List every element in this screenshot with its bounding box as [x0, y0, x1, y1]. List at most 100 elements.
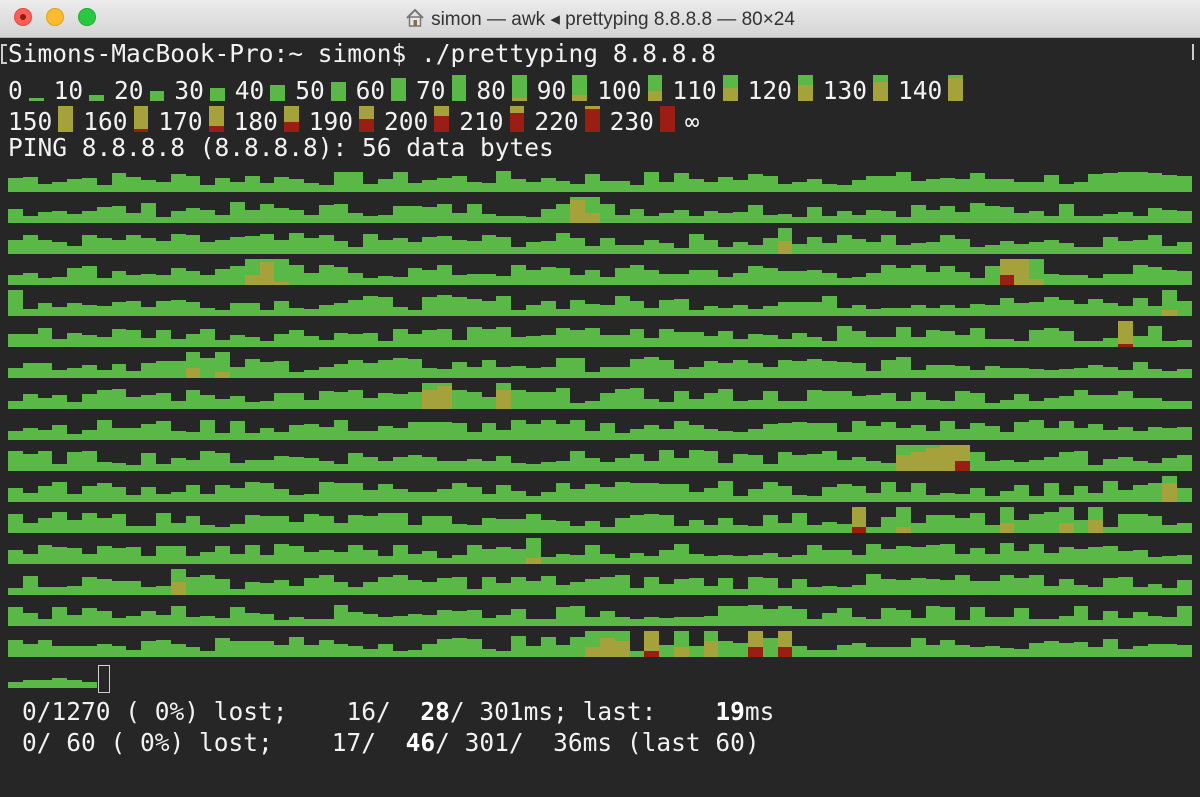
latency-bar-segment	[511, 420, 526, 440]
latency-bar-segment	[284, 122, 299, 132]
latency-bar-segment	[1073, 606, 1089, 626]
latency-bar-segment	[200, 419, 216, 440]
latency-bar-segment	[999, 574, 1015, 595]
latency-bar-segment	[748, 554, 763, 564]
latency-bar-segment	[1118, 427, 1133, 440]
latency-bar-segment	[1103, 236, 1118, 254]
latency-bar-segment	[156, 546, 171, 564]
latency-bar-segment	[748, 334, 763, 347]
latency-bar-segment	[629, 552, 645, 564]
latency-bar-segment	[170, 233, 186, 254]
latency-bar-segment	[881, 549, 896, 564]
latency-bar-segment	[185, 555, 201, 564]
latency-bar-segment	[910, 451, 926, 471]
latency-bar-segment	[540, 575, 556, 595]
latency-bar-segment	[289, 178, 304, 192]
latency-bar-segment	[348, 246, 364, 254]
terminal-content[interactable]: Simons-MacBook-Pro:~ simon$ ./prettyping…	[0, 38, 1200, 797]
latency-bar-segment	[304, 619, 319, 626]
latency-bar-segment	[348, 431, 364, 440]
latency-bar-segment	[896, 216, 911, 223]
latency-bar-segment	[333, 552, 349, 564]
latency-bar-segment	[851, 304, 867, 316]
latency-bar-segment	[1118, 171, 1133, 192]
latency-bar-segment	[1014, 422, 1030, 440]
latency-bar-segment	[170, 491, 186, 502]
latency-bar-segment	[955, 493, 970, 502]
latency-bar-segment	[733, 431, 748, 440]
latency-bar-segment	[999, 523, 1015, 533]
latency-bar-segment	[1147, 515, 1163, 533]
latency-bar-segment	[792, 360, 808, 378]
latency-bar-segment	[881, 481, 896, 502]
latency-bar-segment	[1132, 336, 1148, 347]
latency-bar-segment	[215, 398, 230, 409]
latency-bar-segment	[82, 364, 97, 378]
latency-bar-segment	[141, 179, 156, 192]
latency-bar-segment	[37, 451, 53, 471]
latency-bar-segment	[792, 302, 808, 316]
latency-bar-segment	[437, 515, 452, 533]
latency-bar-segment	[333, 482, 349, 502]
latency-bar-segment	[970, 203, 985, 223]
latency-bar-segment	[274, 393, 290, 409]
latency-bar-segment	[96, 579, 112, 595]
latency-bar-segment	[777, 183, 793, 192]
latency-bar-segment	[1073, 520, 1089, 533]
latency-bar-segment	[378, 426, 393, 440]
latency-bar-segment	[496, 614, 512, 626]
ping-header: PING 8.8.8.8 (8.8.8.8): 56 data bytes	[8, 133, 554, 162]
latency-bar-segment	[1044, 457, 1059, 471]
latency-bar-segment	[807, 390, 822, 409]
latency-bar-segment	[422, 179, 438, 192]
latency-bar-segment	[318, 575, 334, 595]
latency-bar-segment	[244, 481, 260, 502]
latency-bar-segment	[970, 277, 985, 285]
latency-bar-segment	[822, 243, 837, 254]
latency-bar-segment	[866, 526, 882, 533]
latency-bar-segment	[511, 636, 526, 657]
latency-bar-segment	[703, 240, 719, 254]
latency-bar-segment	[703, 631, 719, 641]
latency-bar-segment	[851, 395, 867, 409]
latency-bar-segment	[733, 495, 748, 502]
latency-bar-segment	[1073, 367, 1089, 378]
latency-bar-segment	[910, 425, 926, 440]
title-bar[interactable]: simon — awk ◂ prettyping 8.8.8.8 — 80×24	[0, 0, 1200, 38]
latency-bar-segment	[8, 550, 23, 564]
latency-bar-segment	[1147, 305, 1163, 316]
latency-bar-segment	[111, 172, 127, 192]
latency-bar-segment	[1014, 461, 1030, 471]
latency-bar-segment	[1058, 331, 1074, 347]
latency-bar-segment	[585, 213, 600, 223]
latency-bar-segment	[659, 273, 674, 285]
legend-label: 120	[747, 76, 792, 105]
latency-bar-segment	[777, 339, 793, 347]
latency-bar-segment	[984, 525, 1000, 533]
latency-bar-segment	[748, 174, 763, 192]
latency-bar-segment	[807, 524, 822, 533]
latency-bar-segment	[688, 178, 704, 192]
latency-bar-segment	[67, 494, 82, 502]
legend-label: 90	[536, 76, 567, 105]
latency-bar-segment	[762, 514, 778, 533]
latency-bar-segment	[881, 422, 896, 440]
latency-bar-segment	[481, 460, 497, 471]
latency-bar-segment	[955, 390, 970, 409]
latency-bar-segment	[8, 275, 23, 285]
latency-bar-segment	[481, 577, 497, 595]
latency-bar-segment	[1103, 303, 1118, 316]
latency-bar-segment	[659, 182, 674, 192]
latency-bar-segment	[1103, 578, 1118, 595]
latency-bar-segment	[289, 546, 304, 564]
latency-bar-segment	[866, 646, 882, 657]
latency-bar-segment	[170, 582, 186, 595]
latency-bar-segment	[52, 211, 68, 223]
latency-bar-segment	[896, 357, 911, 378]
scrollbar[interactable]	[1190, 38, 1200, 797]
latency-bar-segment	[363, 550, 378, 564]
latency-bar-segment	[792, 182, 808, 192]
latency-bar-segment	[481, 493, 497, 502]
latency-bar-segment	[851, 554, 867, 564]
latency-bar-segment	[940, 400, 956, 409]
